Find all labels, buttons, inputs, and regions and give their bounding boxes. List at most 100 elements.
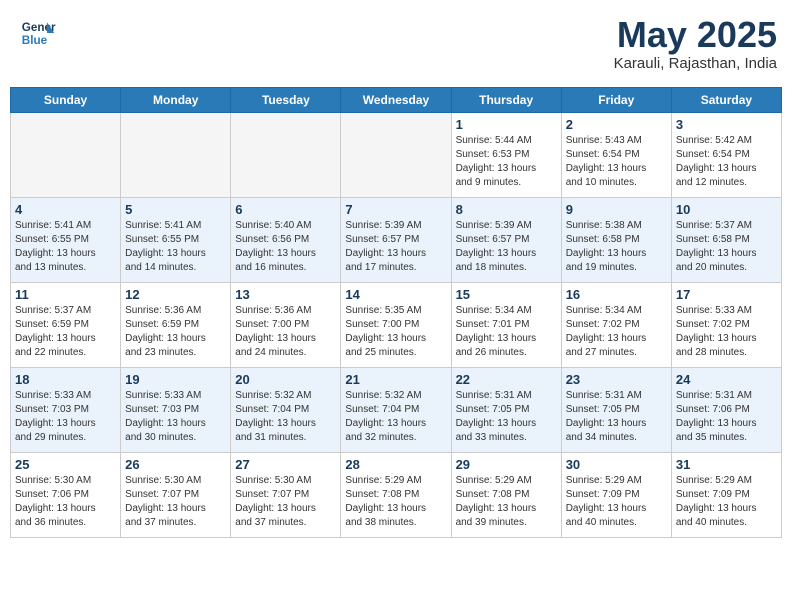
- day-info: Sunrise: 5:29 AMSunset: 7:09 PMDaylight:…: [566, 474, 667, 530]
- day-info: Sunrise: 5:30 AMSunset: 7:07 PMDaylight:…: [125, 474, 226, 530]
- empty-cell: [11, 112, 121, 197]
- day-info: Sunrise: 5:38 AMSunset: 6:58 PMDaylight:…: [566, 219, 667, 275]
- day-info: Sunrise: 5:39 AMSunset: 6:57 PMDaylight:…: [345, 219, 446, 275]
- day-number: 11: [15, 287, 116, 302]
- day-cell: 31 Sunrise: 5:29 AMSunset: 7:09 PMDayligh…: [671, 452, 781, 537]
- day-cell: 9 Sunrise: 5:38 AMSunset: 6:58 PMDaylight…: [561, 197, 671, 282]
- day-cell: 1Sunrise: 5:44 AMSunset: 6:53 PMDaylight…: [451, 112, 561, 197]
- calendar-week-row: 1Sunrise: 5:44 AMSunset: 6:53 PMDaylight…: [11, 112, 782, 197]
- day-number: 12: [125, 287, 226, 302]
- day-cell: 22 Sunrise: 5:31 AMSunset: 7:05 PMDayligh…: [451, 367, 561, 452]
- calendar-week-row: 18 Sunrise: 5:33 AMSunset: 7:03 PMDayligh…: [11, 367, 782, 452]
- day-number: 17: [676, 287, 777, 302]
- day-info: Sunrise: 5:43 AMSunset: 6:54 PMDaylight:…: [566, 134, 667, 190]
- day-number: 24: [676, 372, 777, 387]
- day-info: Sunrise: 5:37 AMSunset: 6:58 PMDaylight:…: [676, 219, 777, 275]
- day-number: 6: [235, 202, 336, 217]
- day-number: 28: [345, 457, 446, 472]
- day-info: Sunrise: 5:41 AMSunset: 6:55 PMDaylight:…: [15, 219, 116, 275]
- day-info: Sunrise: 5:31 AMSunset: 7:06 PMDaylight:…: [676, 389, 777, 445]
- day-info: Sunrise: 5:42 AMSunset: 6:54 PMDaylight:…: [676, 134, 777, 190]
- day-cell: 25 Sunrise: 5:30 AMSunset: 7:06 PMDayligh…: [11, 452, 121, 537]
- day-cell: 26 Sunrise: 5:30 AMSunset: 7:07 PMDayligh…: [121, 452, 231, 537]
- location: Karauli, Rajasthan, India: [614, 55, 777, 72]
- calendar-week-row: 4Sunrise: 5:41 AMSunset: 6:55 PMDaylight…: [11, 197, 782, 282]
- day-info: Sunrise: 5:33 AMSunset: 7:03 PMDaylight:…: [125, 389, 226, 445]
- day-cell: 4Sunrise: 5:41 AMSunset: 6:55 PMDaylight…: [11, 197, 121, 282]
- day-info: Sunrise: 5:33 AMSunset: 7:02 PMDaylight:…: [676, 304, 777, 360]
- day-info: Sunrise: 5:30 AMSunset: 7:07 PMDaylight:…: [235, 474, 336, 530]
- day-info: Sunrise: 5:33 AMSunset: 7:03 PMDaylight:…: [15, 389, 116, 445]
- day-number: 2: [566, 117, 667, 132]
- day-header: Tuesday: [231, 87, 341, 112]
- day-info: Sunrise: 5:34 AMSunset: 7:01 PMDaylight:…: [456, 304, 557, 360]
- day-cell: 30 Sunrise: 5:29 AMSunset: 7:09 PMDayligh…: [561, 452, 671, 537]
- day-cell: 12 Sunrise: 5:36 AMSunset: 6:59 PMDayligh…: [121, 282, 231, 367]
- empty-cell: [231, 112, 341, 197]
- day-cell: 14 Sunrise: 5:35 AMSunset: 7:00 PMDayligh…: [341, 282, 451, 367]
- day-header: Friday: [561, 87, 671, 112]
- calendar-week-row: 11Sunrise: 5:37 AMSunset: 6:59 PMDayligh…: [11, 282, 782, 367]
- day-info: Sunrise: 5:29 AMSunset: 7:09 PMDaylight:…: [676, 474, 777, 530]
- calendar-week-row: 25 Sunrise: 5:30 AMSunset: 7:06 PMDayligh…: [11, 452, 782, 537]
- day-header: Thursday: [451, 87, 561, 112]
- day-cell: 19 Sunrise: 5:33 AMSunset: 7:03 PMDayligh…: [121, 367, 231, 452]
- day-number: 23: [566, 372, 667, 387]
- day-number: 14: [345, 287, 446, 302]
- day-cell: 20 Sunrise: 5:32 AMSunset: 7:04 PMDayligh…: [231, 367, 341, 452]
- logo: General Blue: [20, 15, 56, 51]
- day-info: Sunrise: 5:29 AMSunset: 7:08 PMDaylight:…: [345, 474, 446, 530]
- day-info: Sunrise: 5:44 AMSunset: 6:53 PMDaylight:…: [456, 134, 557, 190]
- day-info: Sunrise: 5:34 AMSunset: 7:02 PMDaylight:…: [566, 304, 667, 360]
- day-cell: 8Sunrise: 5:39 AMSunset: 6:57 PMDaylight…: [451, 197, 561, 282]
- day-number: 25: [15, 457, 116, 472]
- day-info: Sunrise: 5:35 AMSunset: 7:00 PMDaylight:…: [345, 304, 446, 360]
- empty-cell: [121, 112, 231, 197]
- day-number: 9: [566, 202, 667, 217]
- day-cell: 10Sunrise: 5:37 AMSunset: 6:58 PMDayligh…: [671, 197, 781, 282]
- day-cell: 18 Sunrise: 5:33 AMSunset: 7:03 PMDayligh…: [11, 367, 121, 452]
- day-info: Sunrise: 5:36 AMSunset: 6:59 PMDaylight:…: [125, 304, 226, 360]
- day-number: 30: [566, 457, 667, 472]
- day-cell: 3 Sunrise: 5:42 AMSunset: 6:54 PMDaylight…: [671, 112, 781, 197]
- day-cell: 5 Sunrise: 5:41 AMSunset: 6:55 PMDaylight…: [121, 197, 231, 282]
- day-number: 31: [676, 457, 777, 472]
- day-info: Sunrise: 5:30 AMSunset: 7:06 PMDaylight:…: [15, 474, 116, 530]
- day-info: Sunrise: 5:29 AMSunset: 7:08 PMDaylight:…: [456, 474, 557, 530]
- day-info: Sunrise: 5:36 AMSunset: 7:00 PMDaylight:…: [235, 304, 336, 360]
- day-info: Sunrise: 5:40 AMSunset: 6:56 PMDaylight:…: [235, 219, 336, 275]
- day-number: 5: [125, 202, 226, 217]
- day-number: 18: [15, 372, 116, 387]
- title-block: May 2025 Karauli, Rajasthan, India: [614, 15, 777, 72]
- day-cell: 16Sunrise: 5:34 AMSunset: 7:02 PMDayligh…: [561, 282, 671, 367]
- day-cell: 29 Sunrise: 5:29 AMSunset: 7:08 PMDayligh…: [451, 452, 561, 537]
- day-info: Sunrise: 5:31 AMSunset: 7:05 PMDaylight:…: [456, 389, 557, 445]
- empty-cell: [341, 112, 451, 197]
- day-number: 15: [456, 287, 557, 302]
- day-number: 7: [345, 202, 446, 217]
- day-cell: 28 Sunrise: 5:29 AMSunset: 7:08 PMDayligh…: [341, 452, 451, 537]
- month-title: May 2025: [614, 15, 777, 55]
- day-header: Monday: [121, 87, 231, 112]
- svg-text:Blue: Blue: [22, 34, 48, 47]
- day-cell: 11Sunrise: 5:37 AMSunset: 6:59 PMDayligh…: [11, 282, 121, 367]
- day-number: 26: [125, 457, 226, 472]
- day-number: 20: [235, 372, 336, 387]
- day-header: Wednesday: [341, 87, 451, 112]
- day-info: Sunrise: 5:32 AMSunset: 7:04 PMDaylight:…: [235, 389, 336, 445]
- day-cell: 7 Sunrise: 5:39 AMSunset: 6:57 PMDaylight…: [341, 197, 451, 282]
- day-number: 21: [345, 372, 446, 387]
- day-number: 22: [456, 372, 557, 387]
- day-number: 27: [235, 457, 336, 472]
- day-cell: 23Sunrise: 5:31 AMSunset: 7:05 PMDayligh…: [561, 367, 671, 452]
- day-number: 29: [456, 457, 557, 472]
- day-cell: 2 Sunrise: 5:43 AMSunset: 6:54 PMDaylight…: [561, 112, 671, 197]
- day-cell: 27 Sunrise: 5:30 AMSunset: 7:07 PMDayligh…: [231, 452, 341, 537]
- page-header: General Blue May 2025 Karauli, Rajasthan…: [10, 10, 782, 77]
- day-number: 19: [125, 372, 226, 387]
- day-number: 3: [676, 117, 777, 132]
- day-header: Sunday: [11, 87, 121, 112]
- day-cell: 21Sunrise: 5:32 AMSunset: 7:04 PMDayligh…: [341, 367, 451, 452]
- day-cell: 24 Sunrise: 5:31 AMSunset: 7:06 PMDayligh…: [671, 367, 781, 452]
- day-info: Sunrise: 5:41 AMSunset: 6:55 PMDaylight:…: [125, 219, 226, 275]
